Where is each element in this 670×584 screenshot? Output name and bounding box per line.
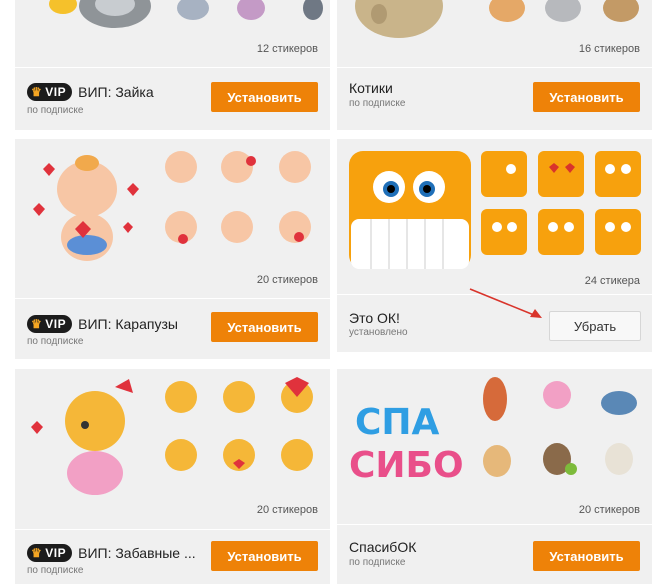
pack-name: ВИП: Карапузы (78, 316, 178, 332)
pack-title-row: ♛ VIP ВИП: Забавные ... (27, 544, 196, 562)
install-button[interactable]: Установить (211, 312, 318, 342)
install-button[interactable]: Установить (211, 82, 318, 112)
pack-name: ВИП: Зайка (78, 84, 154, 100)
sticker-preview (337, 0, 652, 68)
vip-badge: ♛ VIP (27, 83, 73, 101)
vip-badge: ♛ VIP (27, 315, 73, 333)
crown-icon: ♛ (31, 317, 43, 331)
sticker-pack-card-zabavnye[interactable]: 20 стикеров ♛ VIP ВИП: Забавные ... по по… (15, 369, 330, 584)
sticker-images: СПА СИБО (349, 377, 637, 486)
install-button[interactable]: Установить (211, 541, 318, 571)
pack-name: ВИП: Забавные ... (78, 545, 196, 561)
divider (337, 294, 652, 295)
pack-name: Котики (349, 80, 393, 96)
sticker-bear-small (165, 377, 313, 471)
sticker-cat-4 (603, 0, 639, 22)
sticker-cat-2 (489, 0, 525, 22)
pack-status: по подписке (27, 105, 84, 116)
sticker-preview (337, 139, 652, 294)
remove-button[interactable]: Убрать (549, 311, 641, 341)
sticker-pack-card-zayka[interactable]: 12 стикеров ♛ VIP ВИП: Зайка по подписке … (15, 0, 330, 130)
pack-name: Это ОК! (349, 310, 400, 326)
sticker-count: 20 стикеров (578, 504, 640, 516)
divider (337, 524, 652, 525)
sticker-baby-big (33, 155, 139, 261)
sticker-images (49, 0, 323, 28)
sticker-images (349, 151, 641, 269)
sticker-baby-small (165, 151, 311, 244)
divider (337, 67, 652, 68)
pack-status: по подписке (349, 557, 406, 568)
sticker-preview (15, 0, 330, 68)
sticker-pack-card-kotiki[interactable]: 16 стикеров Котики по подписке Установит… (337, 0, 652, 130)
divider (15, 529, 330, 530)
sticker-bunny-4 (303, 0, 323, 20)
pack-title-row: ♛ VIP ВИП: Зайка (27, 83, 154, 101)
pack-name: СпасибОК (349, 539, 417, 555)
sticker-spasibo-logo: СПА СИБО (349, 402, 464, 486)
sticker-cat-3 (545, 0, 581, 22)
sticker-pack-card-karapuzy[interactable]: 20 стикеров ♛ VIP ВИП: Карапузы по подпис… (15, 139, 330, 359)
pack-title-row: Это ОК! (349, 310, 400, 326)
sticker-big-smile (349, 151, 471, 269)
sticker-count: 16 стикеров (578, 43, 640, 55)
pack-status: установлено (349, 327, 408, 338)
pack-status: по подписке (349, 98, 406, 109)
crown-icon: ♛ (31, 546, 43, 560)
divider (15, 298, 330, 299)
svg-text:СПА: СПА (355, 402, 440, 443)
pack-title-row: Котики (349, 80, 393, 96)
install-button[interactable]: Установить (533, 541, 640, 571)
pack-status: по подписке (27, 565, 84, 576)
vip-badge: ♛ VIP (27, 544, 73, 562)
pack-title-row: ♛ VIP ВИП: Карапузы (27, 315, 178, 333)
sticker-pack-card-eto-ok[interactable]: 24 стикера Это ОК! установлено Убрать (337, 139, 652, 352)
sticker-count: 12 стикеров (256, 43, 318, 55)
pack-title-row: СпасибОК (349, 539, 416, 555)
sticker-bunny-3 (237, 0, 265, 20)
sticker-cat-big (355, 0, 443, 38)
sticker-bunny-2 (177, 0, 209, 20)
sticker-flower (49, 0, 77, 14)
sticker-small-thanks (483, 377, 637, 477)
sticker-preview: СПА СИБО (337, 369, 652, 524)
svg-text:СИБО: СИБО (349, 445, 464, 486)
sticker-count: 20 стикеров (256, 504, 318, 516)
sticker-count: 24 стикера (584, 275, 640, 287)
sticker-small-emojis (481, 151, 641, 255)
crown-icon: ♛ (31, 85, 43, 99)
install-button[interactable]: Установить (533, 82, 640, 112)
sticker-pack-card-spasibok[interactable]: СПА СИБО 20 стикеров СпасибОК по подписк… (337, 369, 652, 584)
divider (15, 67, 330, 68)
pack-status: по подписке (27, 336, 84, 347)
sticker-count: 20 стикеров (256, 274, 318, 286)
sticker-images (355, 0, 639, 38)
sticker-bear-big (31, 379, 133, 495)
